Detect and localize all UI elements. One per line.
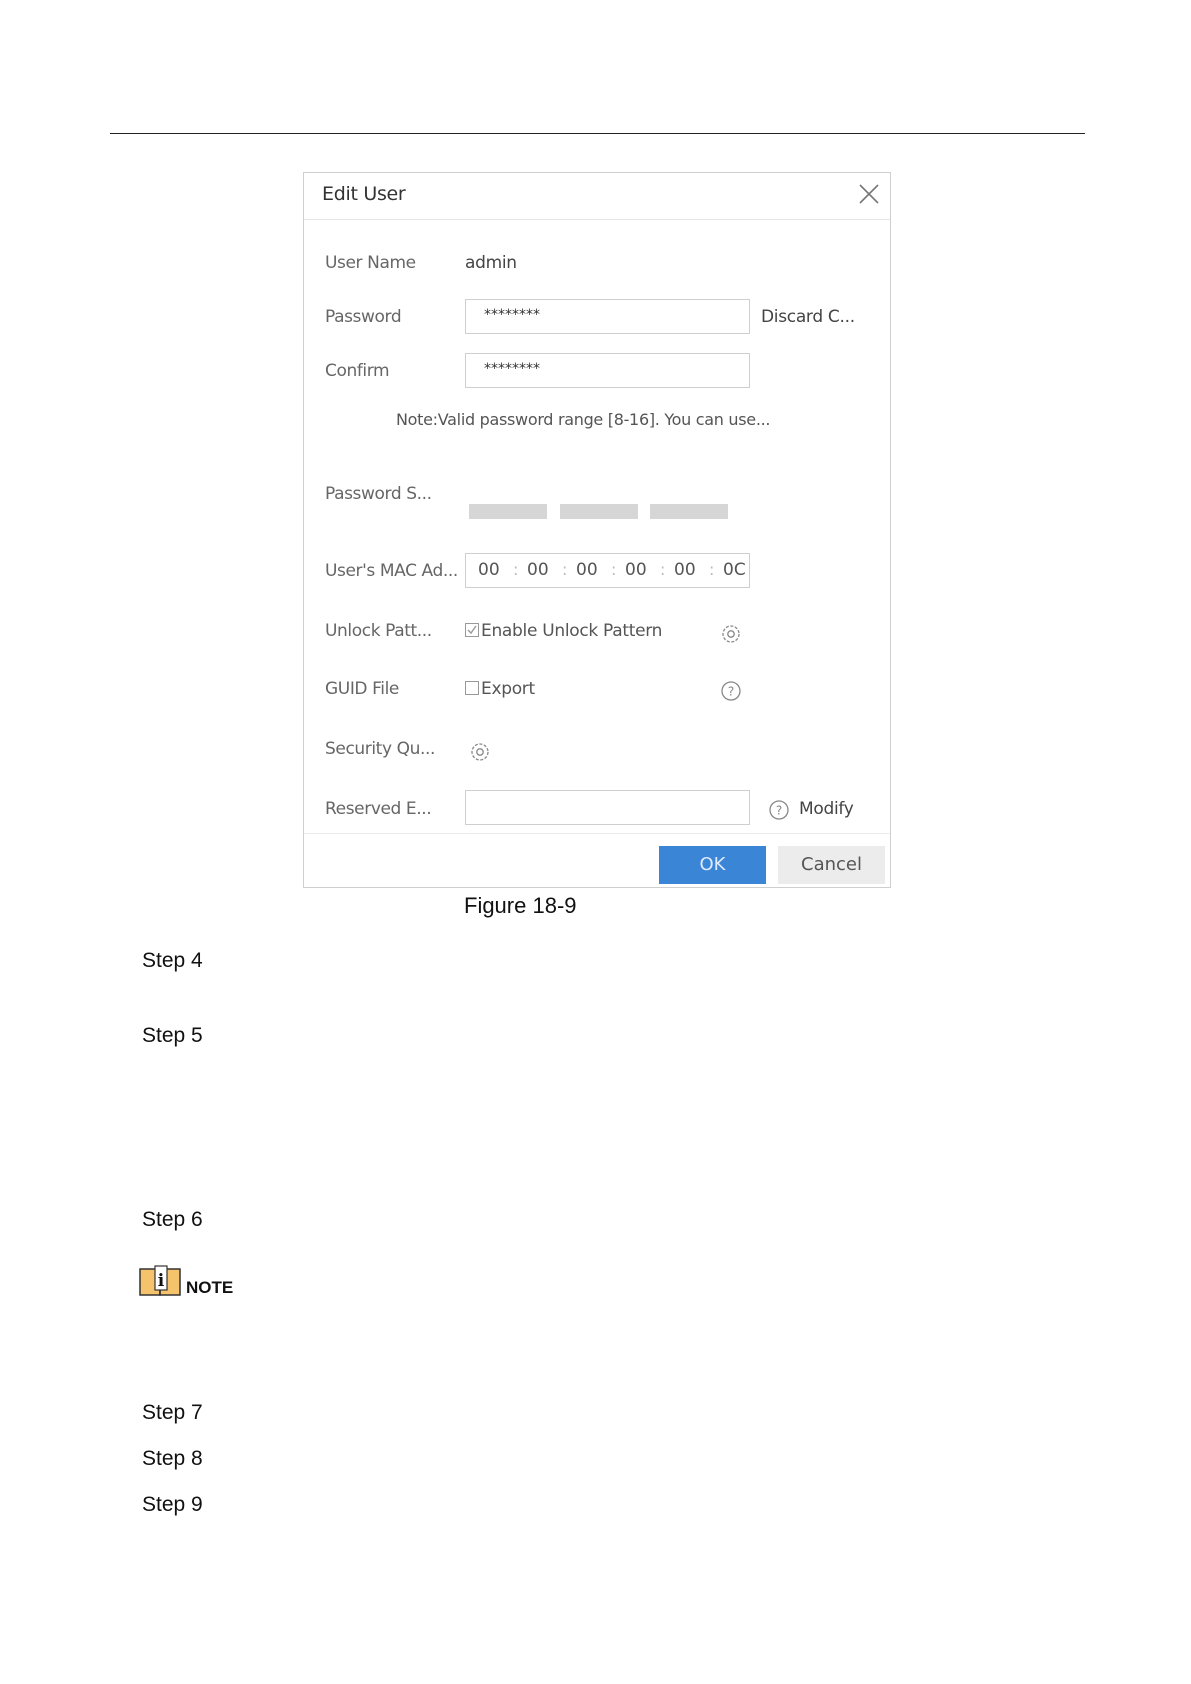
guid-export-option: Export [481,679,535,699]
step-label: Step 5 [142,1024,203,1047]
help-icon[interactable]: ? [720,680,742,702]
confirm-password-input[interactable]: ******** [465,353,750,388]
user-name-label: User Name [325,253,416,273]
mac-separator: : [562,560,568,579]
step-label: Step 6 [142,1208,203,1231]
password-note: Note:Valid password range [8-16]. You ca… [396,410,771,429]
mac-segment[interactable]: 0C [723,560,745,580]
unlock-pattern-option: Enable Unlock Pattern [481,621,663,641]
unlock-pattern-checkbox[interactable]: Enable Unlock Pattern [465,621,662,641]
svg-text:?: ? [728,685,734,699]
discard-changes-link[interactable]: Discard C... [761,307,855,327]
modify-link[interactable]: Modify [799,799,854,819]
mac-segment[interactable]: 00 [674,560,696,580]
step-label: Step 4 [142,949,203,972]
strength-bar-3 [650,504,728,519]
strength-bar-1 [469,504,547,519]
gear-icon[interactable] [469,741,491,763]
cancel-button[interactable]: Cancel [778,846,885,884]
header-rule [110,133,1085,134]
note-book-icon: i [139,1265,181,1296]
mac-segment[interactable]: 00 [625,560,647,580]
figure-caption: Figure 18-9 [464,893,577,918]
confirm-label: Confirm [325,361,390,381]
note-label: NOTE [186,1278,234,1297]
close-icon[interactable] [856,181,882,207]
password-input[interactable]: ******** [465,299,750,334]
mac-separator: : [660,560,666,579]
mac-segment[interactable]: 00 [478,560,500,580]
dialog-header: Edit User [304,173,890,220]
svg-text:i: i [158,1271,165,1291]
step-label: Step 8 [142,1447,203,1470]
mac-segment[interactable]: 00 [527,560,549,580]
help-icon[interactable]: ? [768,799,790,821]
password-strength-label: Password S... [325,484,432,504]
checkbox-checked-icon[interactable] [465,623,479,637]
checkbox-unchecked-icon[interactable] [465,681,479,695]
security-question-label: Security Qu... [325,739,435,759]
svg-text:?: ? [776,804,782,818]
password-label: Password [325,307,402,327]
mac-separator: : [611,560,617,579]
edit-user-dialog: Edit User User Name admin Password *****… [303,172,891,888]
user-name-value: admin [465,253,517,273]
ok-button[interactable]: OK [659,846,766,884]
mac-segment[interactable]: 00 [576,560,598,580]
step-label: Step 9 [142,1493,203,1516]
mac-separator: : [513,560,519,579]
mac-address-label: User's MAC Ad... [325,561,458,581]
guid-file-label: GUID File [325,679,399,699]
reserved-email-input[interactable] [465,790,750,825]
gear-icon[interactable] [720,623,742,645]
mac-separator: : [709,560,715,579]
dialog-title: Edit User [322,183,406,205]
step-label: Step 7 [142,1401,203,1424]
unlock-pattern-label: Unlock Patt... [325,621,432,641]
dialog-footer: OK Cancel [304,833,890,890]
strength-bar-2 [560,504,638,519]
mac-address-input[interactable]: 00 : 00 : 00 : 00 : 00 : 0C [465,553,750,588]
guid-export-checkbox[interactable]: Export [465,679,535,699]
reserved-email-label: Reserved E... [325,799,432,819]
